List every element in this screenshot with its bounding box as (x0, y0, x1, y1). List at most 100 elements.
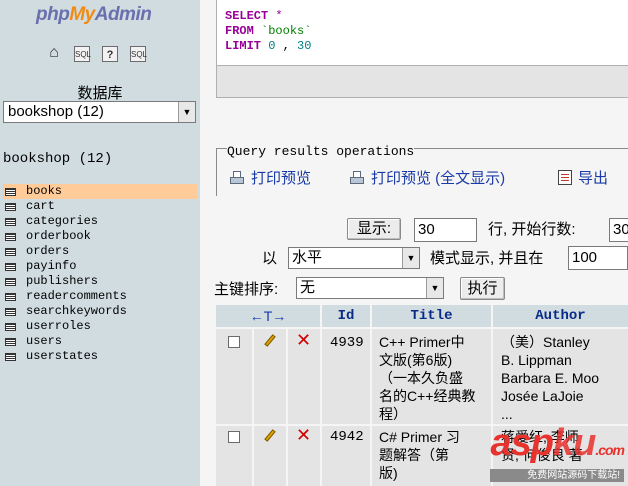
mode-label: 模式显示, 并且在 (430, 250, 544, 267)
query-ops-title: Query results operations (227, 144, 415, 159)
table-icon[interactable] (5, 307, 16, 316)
cell-title: C++ Primer中 文版(第6版) （一本久负盛 名的C++经典教 程） (379, 333, 491, 423)
sql-keyword: LIMIT (225, 39, 262, 53)
table-item-categories[interactable]: categories (3, 214, 197, 229)
table-item-orders[interactable]: orders (3, 244, 197, 259)
cell-id: 4939 (330, 335, 364, 351)
table-item-searchkeywords[interactable]: searchkeywords (3, 304, 197, 319)
print-view-full-link[interactable]: 打印预览 (全文显示) (349, 167, 505, 188)
table-item-label[interactable]: users (26, 334, 62, 349)
logo-php: php (36, 4, 70, 25)
table-item-userstates[interactable]: userstates (3, 349, 197, 364)
sql-keyword: SELECT (225, 9, 269, 23)
table-item-users[interactable]: users (3, 334, 197, 349)
home-icon[interactable]: ⌂ (46, 45, 62, 62)
sql-docs-icon[interactable]: SQL (130, 46, 147, 62)
column-header-title[interactable]: Title (372, 305, 491, 327)
help-icon[interactable]: ? (102, 46, 118, 62)
table-item-label[interactable]: orderbook (26, 229, 91, 244)
table-item-label[interactable]: books (26, 184, 62, 199)
delete-icon[interactable]: ✕ (296, 426, 311, 444)
table-item-label[interactable]: orders (26, 244, 69, 259)
table-list: books cart categories orderbook orders p… (3, 184, 197, 364)
print-view-label[interactable]: 打印预览 (251, 167, 311, 188)
column-header-id[interactable]: Id (322, 305, 370, 327)
sql-separator: , (275, 39, 298, 53)
table-icon[interactable] (5, 322, 16, 331)
table-item-label[interactable]: categories (26, 214, 98, 229)
table-item-payinfo[interactable]: payinfo (3, 259, 197, 274)
printer-icon[interactable] (349, 170, 365, 185)
cell-title: C# Primer 习 题解答（第 版) (379, 428, 491, 482)
sort-select-value: 无 (300, 279, 316, 296)
row-checkbox[interactable] (228, 431, 240, 443)
show-button[interactable]: 显示: (347, 218, 401, 240)
export-label[interactable]: 导出 (578, 167, 608, 188)
title-line: C++ Primer中 (379, 334, 465, 350)
table-item-label[interactable]: readercomments (26, 289, 127, 304)
content-frame: SELECT * FROM `books` LIMIT 0 , 30 Query… (200, 0, 628, 486)
sql-keyword: FROM (225, 24, 254, 38)
table-item-userroles[interactable]: userroles (3, 319, 197, 334)
title-line: 题解答（第 (379, 447, 449, 463)
print-view-full-label[interactable]: 打印预览 (全文显示) (371, 167, 505, 188)
title-line: 版) (379, 465, 398, 481)
print-view-link[interactable]: 打印预览 (229, 167, 311, 188)
chevron-down-icon[interactable]: ▼ (178, 102, 195, 122)
repeat-headers-input[interactable]: 100 (568, 246, 628, 270)
table-item-label[interactable]: publishers (26, 274, 98, 289)
chevron-down-icon[interactable]: ▼ (426, 278, 443, 298)
sql-text: * (268, 9, 283, 23)
sql-code: SELECT * FROM `books` LIMIT 0 , 30 (217, 0, 628, 66)
watermark-logo-suffix: ku (552, 422, 596, 464)
table-item-label[interactable]: userroles (26, 319, 91, 334)
edit-pencil-icon[interactable] (262, 334, 278, 350)
database-heading[interactable]: bookshop (12) (3, 151, 112, 167)
edit-pencil-icon[interactable] (262, 429, 278, 445)
go-button[interactable]: 执行 (460, 277, 505, 300)
export-link[interactable]: 导出 (558, 167, 608, 188)
table-icon[interactable] (5, 232, 16, 241)
title-line: C# Primer 习 (379, 429, 460, 445)
database-select[interactable]: bookshop (12) ▼ (3, 101, 196, 123)
rows-count-input[interactable]: 30 (414, 218, 477, 242)
start-row-input[interactable]: 30 (609, 218, 628, 242)
chevron-down-icon[interactable]: ▼ (402, 248, 419, 268)
phpmyadmin-logo[interactable]: phpMyAdmin (36, 4, 152, 26)
cell-author: （美）Stanley B. Lippman Barbara E. Moo Jos… (501, 333, 628, 423)
sql-table-name: `books` (253, 24, 312, 38)
table-item-readercomments[interactable]: readercomments (3, 289, 197, 304)
row-checkbox[interactable] (228, 336, 240, 348)
printer-icon[interactable] (229, 170, 245, 185)
table-icon[interactable] (5, 337, 16, 346)
export-icon[interactable] (558, 170, 572, 185)
table-icon[interactable] (5, 202, 16, 211)
logo-admin: Admin (94, 4, 152, 25)
table-icon[interactable] (5, 292, 16, 301)
table-item-label[interactable]: cart (26, 199, 55, 214)
table-icon[interactable] (5, 352, 16, 361)
table-icon[interactable] (5, 217, 16, 226)
table-item-books[interactable]: books (3, 184, 197, 199)
table-item-label[interactable]: userstates (26, 349, 98, 364)
title-line: 名的C++经典教 (379, 388, 476, 404)
delete-icon[interactable]: ✕ (296, 331, 311, 349)
table-icon[interactable] (5, 277, 16, 286)
display-mode-select[interactable]: 水平 ▼ (288, 247, 420, 269)
column-arrows-header[interactable]: ←T→ (216, 305, 320, 327)
sort-select[interactable]: 无 ▼ (296, 277, 444, 299)
column-header-author[interactable]: Author (493, 305, 628, 327)
quick-icons: ⌂ SQL ? SQL (46, 45, 147, 62)
table-icon[interactable] (5, 247, 16, 256)
table-icon[interactable] (5, 262, 16, 271)
author-line: ... (501, 406, 513, 422)
table-item-label[interactable]: payinfo (26, 259, 76, 274)
table-item-orderbook[interactable]: orderbook (3, 229, 197, 244)
author-line: （美）Stanley (501, 334, 590, 350)
sql-query-icon[interactable]: SQL (74, 46, 91, 62)
table-item-publishers[interactable]: publishers (3, 274, 197, 289)
table-icon[interactable] (5, 187, 16, 196)
table-item-label[interactable]: searchkeywords (26, 304, 127, 319)
table-item-cart[interactable]: cart (3, 199, 197, 214)
watermark: aspku.com 免费网站源码下载站! (490, 422, 625, 482)
